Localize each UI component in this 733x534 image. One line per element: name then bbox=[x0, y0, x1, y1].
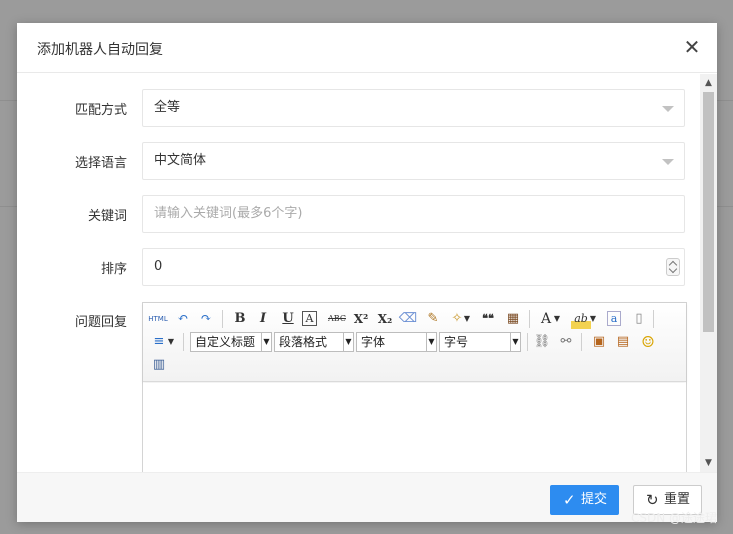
keyword-input[interactable]: 请输入关键词(最多6个字) bbox=[142, 195, 685, 233]
match-value: 全等 bbox=[154, 100, 181, 115]
sort-number-input[interactable]: 0 bbox=[142, 248, 685, 286]
toolbar-divider bbox=[581, 333, 582, 351]
undo-icon[interactable]: ↶ bbox=[173, 309, 193, 329]
video-icon[interactable]: ▥ bbox=[149, 355, 169, 375]
superscript-icon[interactable]: X² bbox=[351, 309, 371, 329]
toolbar-divider bbox=[529, 310, 530, 328]
scrollbar-thumb[interactable] bbox=[703, 92, 714, 332]
reset-label: 重置 bbox=[664, 492, 691, 507]
custom-heading-label: 自定义标题 bbox=[195, 335, 256, 349]
language-select[interactable]: 中文简体 bbox=[142, 142, 685, 180]
keyword-label: 关键词 bbox=[87, 209, 127, 224]
chevron-down-icon[interactable]: ▼ bbox=[167, 332, 175, 352]
link-icon[interactable]: ⛓ bbox=[532, 332, 552, 352]
number-spinner-icon[interactable] bbox=[666, 258, 680, 276]
chevron-down-icon bbox=[662, 106, 674, 112]
subscript-icon[interactable]: X₂ bbox=[375, 309, 395, 329]
multi-image-icon[interactable]: ▤ bbox=[613, 332, 633, 352]
strikethrough-icon[interactable]: ABC bbox=[324, 309, 350, 329]
chevron-down-icon: ▼ bbox=[261, 333, 271, 351]
eraser-icon[interactable]: ⌫ bbox=[398, 309, 418, 329]
chevron-down-icon: ▼ bbox=[510, 333, 520, 351]
paragraph-format-label: 段落格式 bbox=[279, 335, 328, 349]
html-source-icon[interactable]: HTML bbox=[148, 309, 168, 329]
chevron-down-icon[interactable]: ▼ bbox=[553, 309, 561, 329]
submit-button[interactable]: ✓ 提交 bbox=[550, 485, 619, 515]
custom-heading-combo[interactable]: 自定义标题 ▼ bbox=[190, 332, 272, 352]
editor-content-area[interactable] bbox=[143, 383, 686, 472]
match-select[interactable]: 全等 bbox=[142, 89, 685, 127]
font-border-icon[interactable]: A bbox=[302, 311, 317, 326]
reply-label: 问题回复 bbox=[74, 315, 127, 330]
close-icon[interactable]: ✕ bbox=[681, 36, 703, 58]
language-label: 选择语言 bbox=[74, 156, 127, 171]
font-family-label: 字体 bbox=[361, 335, 386, 349]
new-document-icon[interactable]: ▯ bbox=[629, 309, 649, 329]
emotion-icon[interactable]: ☺ bbox=[638, 332, 658, 352]
font-size-combo[interactable]: 字号 ▼ bbox=[439, 332, 521, 352]
form-row-keyword: 关键词 请输入关键词(最多6个字) bbox=[17, 195, 701, 233]
language-value: 中文简体 bbox=[154, 153, 207, 168]
highlight-icon[interactable]: ab bbox=[571, 309, 591, 329]
scroll-up-icon[interactable]: ▲ bbox=[703, 76, 714, 90]
dialog-title: 添加机器人自动回复 bbox=[37, 42, 163, 58]
unlink-icon[interactable]: ⚯ bbox=[556, 332, 576, 352]
image-icon[interactable]: ▣ bbox=[589, 332, 609, 352]
dialog-scrollbar[interactable]: ▲ ▼ bbox=[700, 74, 717, 472]
paste-text-icon[interactable]: ▦ bbox=[503, 309, 523, 329]
chevron-down-icon bbox=[662, 159, 674, 165]
submit-label: 提交 bbox=[581, 492, 608, 507]
toolbar-divider bbox=[183, 333, 184, 351]
toolbar-divider bbox=[653, 310, 654, 328]
watermark: CSDN @途途珺 bbox=[630, 511, 717, 525]
toolbar-divider bbox=[527, 333, 528, 351]
add-robot-reply-dialog: 添加机器人自动回复 ✕ 匹配方式 全等 选择语言 中文简体 关键词 请输入关键词… bbox=[17, 23, 717, 522]
paragraph-format-combo[interactable]: 段落格式 ▼ bbox=[274, 332, 354, 352]
dialog-footer: ✓ 提交 ↻ 重置 bbox=[17, 472, 717, 522]
match-label: 匹配方式 bbox=[74, 103, 127, 118]
editor-toolbar: HTML ↶ ↷ B I U A ABC X² X₂ ⌫ ✎ ✧ ▼ ❝❝ ▦ … bbox=[143, 303, 686, 382]
chevron-down-icon: ▼ bbox=[343, 333, 353, 351]
line-height-icon[interactable]: ≡ bbox=[149, 332, 169, 352]
chevron-down-icon[interactable]: ▼ bbox=[463, 309, 471, 329]
redo-icon[interactable]: ↷ bbox=[196, 309, 216, 329]
form-row-match: 匹配方式 全等 bbox=[17, 89, 701, 127]
toolbar-divider bbox=[222, 310, 223, 328]
chevron-down-icon: ▼ bbox=[426, 333, 436, 351]
sort-label: 排序 bbox=[100, 262, 127, 277]
select-all-icon[interactable]: a bbox=[607, 311, 621, 326]
rich-text-editor: HTML ↶ ↷ B I U A ABC X² X₂ ⌫ ✎ ✧ ▼ ❝❝ ▦ … bbox=[142, 302, 687, 472]
underline-icon[interactable]: U bbox=[278, 309, 298, 329]
check-icon: ✓ bbox=[563, 491, 576, 509]
font-size-label: 字号 bbox=[444, 335, 469, 349]
italic-icon[interactable]: I bbox=[253, 309, 273, 329]
dialog-body: 匹配方式 全等 选择语言 中文简体 关键词 请输入关键词(最多6个字) 排序 0 bbox=[17, 74, 717, 472]
scroll-down-icon[interactable]: ▼ bbox=[703, 456, 714, 470]
bold-icon[interactable]: B bbox=[230, 309, 250, 329]
format-brush-icon[interactable]: ✎ bbox=[423, 309, 443, 329]
form-row-language: 选择语言 中文简体 bbox=[17, 142, 701, 180]
dialog-header: 添加机器人自动回复 ✕ bbox=[17, 23, 717, 73]
font-family-combo[interactable]: 字体 ▼ bbox=[356, 332, 437, 352]
form-row-sort: 排序 0 bbox=[17, 248, 701, 286]
blockquote-icon[interactable]: ❝❝ bbox=[478, 309, 498, 329]
sort-value: 0 bbox=[154, 259, 163, 274]
chevron-down-icon[interactable]: ▼ bbox=[589, 309, 597, 329]
